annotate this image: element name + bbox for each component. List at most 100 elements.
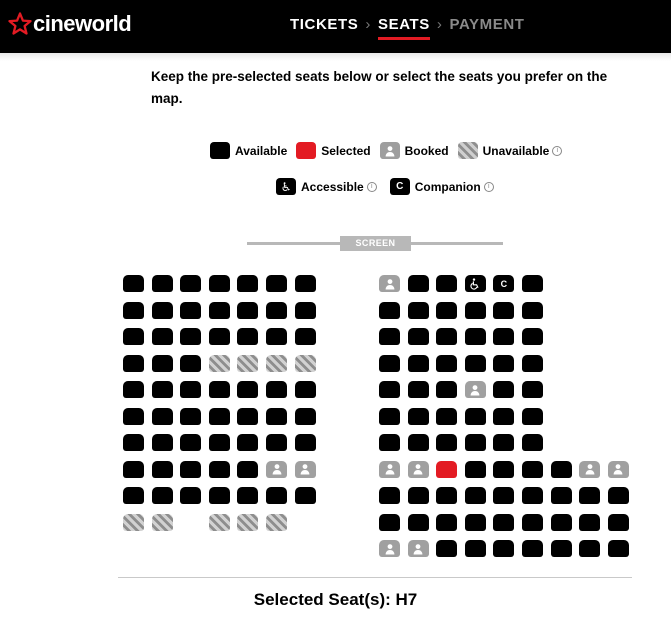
available-seat[interactable] [266,301,287,319]
available-seat[interactable] [237,328,259,345]
available-seat[interactable] [208,407,230,425]
available-seat[interactable] [123,434,144,451]
available-seat[interactable] [522,301,543,319]
available-seat[interactable] [436,407,458,425]
available-seat[interactable] [436,381,458,398]
available-seat[interactable] [464,434,486,451]
available-seat[interactable] [493,434,515,451]
available-seat[interactable] [550,460,572,478]
available-seat[interactable] [237,434,259,451]
available-seat[interactable] [522,354,543,372]
cineworld-logo[interactable]: cineworld [8,10,132,38]
available-seat[interactable] [407,275,429,292]
available-seat[interactable] [436,513,458,531]
available-seat[interactable] [464,301,486,319]
available-seat[interactable] [151,407,173,425]
available-seat[interactable] [266,407,287,425]
available-seat[interactable] [237,407,259,425]
available-seat[interactable] [436,540,458,557]
available-seat[interactable] [607,513,629,531]
available-seat[interactable] [266,487,287,504]
step-seats[interactable]: SEATS [377,16,430,40]
available-seat[interactable] [151,460,173,478]
available-seat[interactable] [123,487,144,504]
available-seat[interactable] [123,381,144,398]
available-seat[interactable] [379,328,400,345]
available-seat[interactable] [407,354,429,372]
available-seat[interactable] [294,275,316,292]
available-seat[interactable] [379,513,400,531]
available-seat[interactable] [294,301,316,319]
available-seat[interactable] [180,275,202,292]
available-seat[interactable] [237,381,259,398]
available-seat[interactable] [436,275,458,292]
available-seat[interactable] [493,354,515,372]
available-seat[interactable] [266,381,287,398]
available-seat[interactable] [522,540,543,557]
available-seat[interactable] [407,301,429,319]
available-seat[interactable] [208,275,230,292]
available-seat[interactable] [436,487,458,504]
available-seat[interactable] [266,275,287,292]
available-seat[interactable] [151,381,173,398]
available-seat[interactable] [151,301,173,319]
available-seat[interactable] [464,540,486,557]
available-seat[interactable] [208,381,230,398]
available-seat[interactable] [407,513,429,531]
available-seat[interactable] [493,540,515,557]
available-seat[interactable] [151,275,173,292]
available-seat[interactable] [180,460,202,478]
available-seat[interactable] [294,381,316,398]
available-seat[interactable] [464,513,486,531]
available-seat[interactable] [407,487,429,504]
available-seat[interactable] [237,301,259,319]
available-seat[interactable] [180,434,202,451]
available-seat[interactable] [208,301,230,319]
available-seat[interactable] [579,513,601,531]
available-seat[interactable] [407,407,429,425]
available-seat[interactable] [550,487,572,504]
info-icon[interactable]: i [552,145,563,156]
available-seat[interactable] [550,513,572,531]
available-seat[interactable] [180,487,202,504]
available-seat[interactable] [123,354,144,372]
available-seat[interactable] [493,487,515,504]
available-seat[interactable] [180,354,202,372]
available-seat[interactable] [151,434,173,451]
available-seat[interactable] [464,354,486,372]
available-seat[interactable] [493,407,515,425]
available-seat[interactable] [123,301,144,319]
available-seat[interactable] [379,487,400,504]
info-icon[interactable]: i [366,181,377,192]
available-seat[interactable] [464,407,486,425]
available-seat[interactable] [237,460,259,478]
available-seat[interactable] [407,434,429,451]
available-seat[interactable] [123,328,144,345]
available-seat[interactable] [294,434,316,451]
available-seat[interactable] [522,275,543,292]
available-seat[interactable] [208,487,230,504]
available-seat[interactable] [294,328,316,345]
available-seat[interactable] [522,487,543,504]
available-seat[interactable] [123,460,144,478]
available-seat[interactable] [208,328,230,345]
available-seat[interactable] [379,381,400,398]
available-seat[interactable] [436,301,458,319]
available-seat[interactable] [493,513,515,531]
step-tickets[interactable]: TICKETS [290,16,358,33]
available-seat[interactable] [579,487,601,504]
available-seat[interactable] [493,460,515,478]
available-seat[interactable] [464,460,486,478]
accessible-seat[interactable] [464,275,486,292]
available-seat[interactable] [493,301,515,319]
available-seat[interactable] [407,381,429,398]
available-seat[interactable] [522,328,543,345]
available-seat[interactable] [493,381,515,398]
available-seat[interactable] [266,328,287,345]
available-seat[interactable] [379,301,400,319]
selected-seat[interactable] [436,460,458,478]
available-seat[interactable] [294,407,316,425]
available-seat[interactable] [151,487,173,504]
available-seat[interactable] [237,487,259,504]
available-seat[interactable] [294,487,316,504]
